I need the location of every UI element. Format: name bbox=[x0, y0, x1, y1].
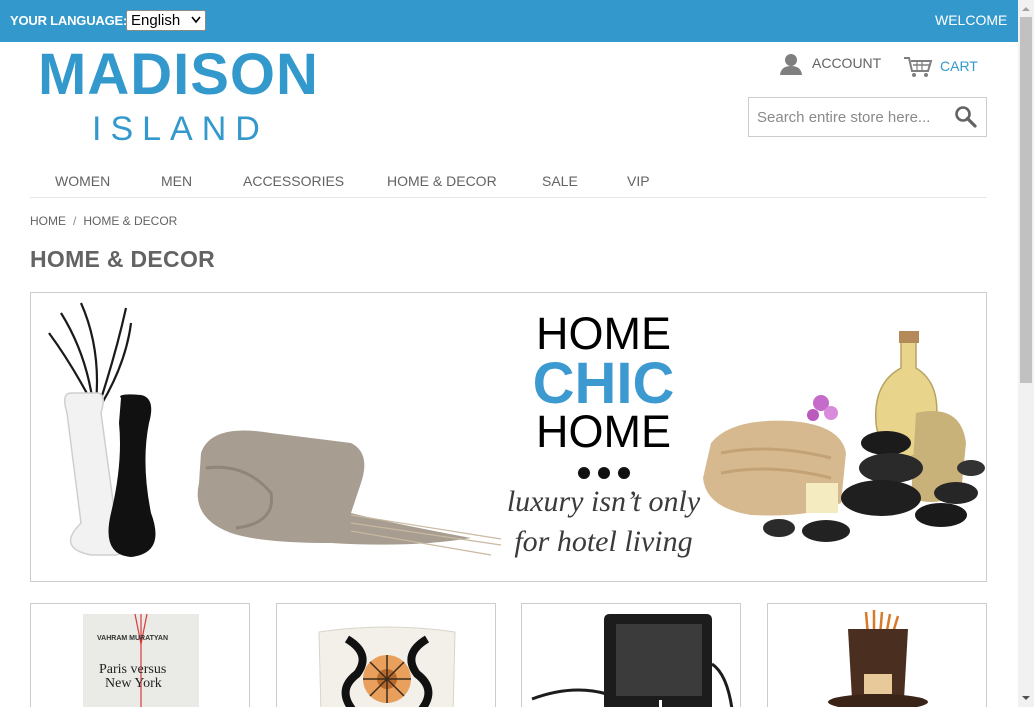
search-box bbox=[748, 97, 987, 137]
page-title: HOME & DECOR bbox=[30, 246, 216, 272]
nav-item-men[interactable]: MEN bbox=[161, 173, 192, 189]
scroll-up-arrow-icon[interactable] bbox=[1022, 5, 1030, 13]
scroll-down-arrow-icon[interactable] bbox=[1022, 694, 1030, 702]
nav-item-women[interactable]: WOMEN bbox=[55, 173, 110, 189]
breadcrumb-separator: / bbox=[73, 214, 77, 228]
nav-item-home-decor[interactable]: HOME & DECOR bbox=[387, 173, 497, 189]
search-input[interactable] bbox=[750, 99, 950, 135]
breadcrumb-home[interactable]: HOME bbox=[30, 214, 66, 228]
logo-sub-text: ISLAND bbox=[92, 110, 269, 148]
product-image-diffuser bbox=[828, 610, 928, 707]
chevron-down-icon bbox=[191, 16, 201, 24]
nav-item-sale[interactable]: SALE bbox=[542, 173, 578, 189]
breadcrumb: HOME / HOME & DECOR bbox=[30, 214, 177, 228]
language-select[interactable]: English bbox=[126, 10, 206, 31]
product-card-book[interactable]: VAHRAM MURATYAN Paris versus New York bbox=[30, 603, 250, 707]
book-author: VAHRAM MURATYAN bbox=[97, 635, 169, 642]
cart-icon bbox=[904, 57, 933, 77]
banner-tagline-line1: luxury isn’t only bbox=[506, 485, 701, 518]
user-icon bbox=[780, 54, 802, 75]
breadcrumb-current: HOME & DECOR bbox=[83, 214, 178, 228]
language-select-value: English bbox=[131, 12, 181, 29]
scrollbar-thumb[interactable] bbox=[1020, 17, 1032, 383]
product-card-diffuser[interactable] bbox=[767, 603, 987, 707]
product-image-pillow bbox=[318, 626, 456, 707]
book-title-line2: New York bbox=[105, 676, 162, 691]
product-image-device bbox=[531, 614, 734, 707]
search-icon[interactable] bbox=[954, 105, 978, 129]
account-label: ACCOUNT bbox=[812, 55, 882, 71]
page-scrollbar[interactable] bbox=[1018, 0, 1034, 707]
top-bar: YOUR LANGUAGE: English WELCOME bbox=[0, 0, 1018, 42]
category-banner[interactable]: HOME CHIC HOME luxury isn’t only for hot… bbox=[30, 292, 987, 582]
cart-label: CART bbox=[940, 58, 978, 74]
logo-main-text: MADISON bbox=[38, 42, 319, 107]
main-navigation: WOMEN MEN ACCESSORIES HOME & DECOR SALE … bbox=[30, 163, 987, 198]
store-logo[interactable]: MADISON ISLAND bbox=[38, 42, 328, 149]
product-card-pillow[interactable] bbox=[276, 603, 496, 707]
language-label: YOUR LANGUAGE: bbox=[10, 13, 128, 28]
banner-heading-line3: HOME bbox=[536, 406, 671, 457]
welcome-message: WELCOME bbox=[935, 12, 1008, 28]
banner-tagline-line2: for hotel living bbox=[514, 525, 693, 558]
product-card-device[interactable] bbox=[521, 603, 741, 707]
nav-item-accessories[interactable]: ACCESSORIES bbox=[243, 173, 344, 189]
nav-item-vip[interactable]: VIP bbox=[627, 173, 650, 189]
